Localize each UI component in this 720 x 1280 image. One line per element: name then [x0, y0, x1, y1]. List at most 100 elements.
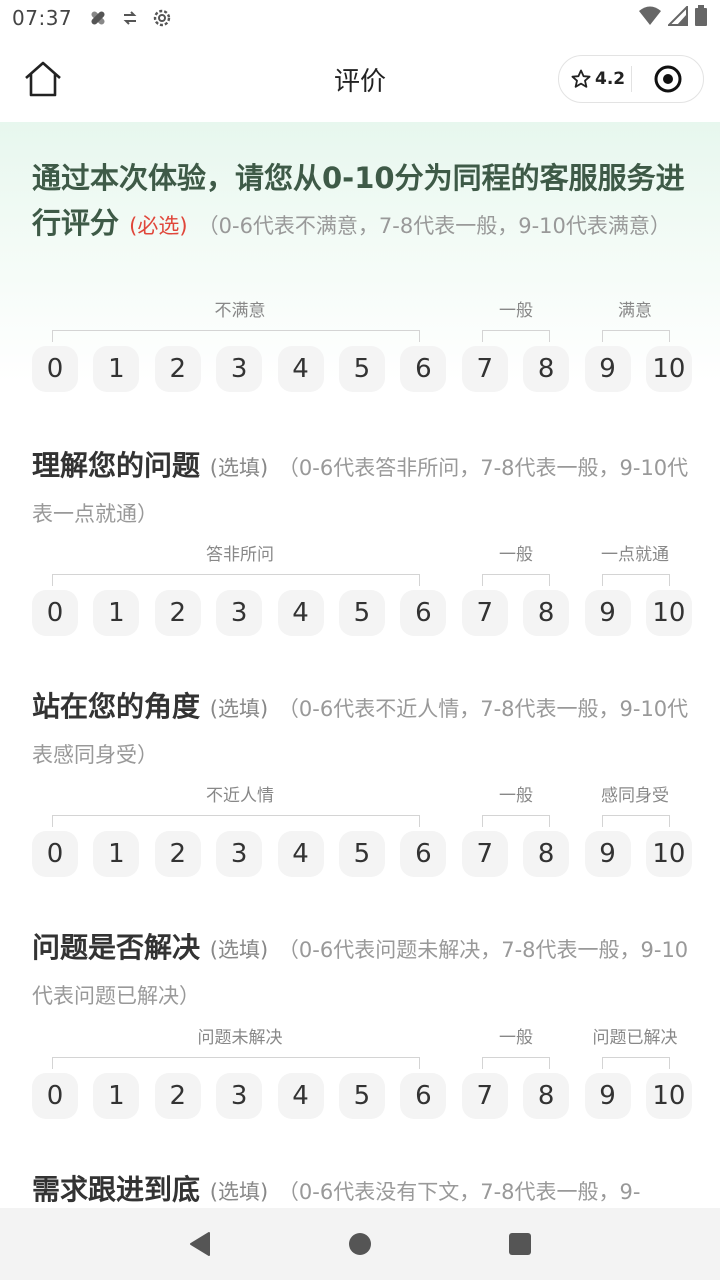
score-button-0[interactable]: 0	[32, 1073, 78, 1119]
score-button-1[interactable]: 1	[93, 831, 140, 877]
bracket-high	[602, 574, 670, 586]
score-button-6[interactable]: 6	[400, 346, 447, 392]
scale-label-high: 满意	[618, 301, 652, 321]
score-button-7[interactable]: 7	[461, 831, 508, 877]
score-button-4[interactable]: 4	[277, 1073, 324, 1119]
score-button-0[interactable]: 0	[32, 590, 78, 636]
bracket-mid	[482, 815, 550, 827]
scale-label-high: 感同身受	[601, 786, 669, 806]
score-button-7[interactable]: 7	[461, 1073, 508, 1119]
question-hint: （0-6代表不满意，7-8代表一般，9-10代表满意）	[197, 214, 671, 238]
score-button-10[interactable]: 10	[645, 346, 692, 392]
required-tag: (必选)	[129, 214, 188, 238]
scale-labels: 不满意 一般 满意	[32, 296, 692, 352]
scale-label-low: 不近人情	[206, 786, 274, 806]
score-button-8[interactable]: 8	[523, 346, 570, 392]
scale-label-low: 答非所问	[206, 545, 274, 565]
signal-icon	[666, 4, 688, 31]
question-overall: 通过本次体验，请您从0-10分为同程的客服服务进行评分 (必选) （0-6代表不…	[32, 156, 692, 392]
score-button-8[interactable]: 8	[523, 1073, 570, 1119]
score-button-3[interactable]: 3	[216, 831, 263, 877]
score-button-2[interactable]: 2	[154, 590, 201, 636]
bracket-high	[602, 330, 670, 342]
back-button[interactable]	[180, 1224, 220, 1264]
scale-label-low: 问题未解决	[197, 1028, 283, 1048]
question-title: 理解您的问题	[32, 449, 201, 482]
score-button-3[interactable]: 3	[216, 346, 263, 392]
optional-tag: (选填)	[209, 456, 269, 480]
score-row: 0 1 2 3 4 5 6 7 8 9 10	[32, 831, 692, 877]
page-title: 评价	[333, 66, 386, 97]
bracket-mid	[482, 330, 550, 342]
score-button-2[interactable]: 2	[154, 346, 201, 392]
score-button-2[interactable]: 2	[154, 1073, 201, 1119]
scale-label-mid: 一般	[499, 545, 533, 565]
gear-icon	[150, 6, 174, 30]
question-understanding: 理解您的问题 (选填) （0-6代表答非所问，7-8代表一般，9-10代表一点就…	[32, 444, 692, 636]
score-button-9[interactable]: 9	[584, 346, 631, 392]
scale-label-mid: 一般	[499, 786, 533, 806]
rating-form: 通过本次体验，请您从0-10分为同程的客服服务进行评分 (必选) （0-6代表不…	[0, 122, 720, 1208]
system-navigation-bar	[0, 1208, 720, 1280]
question-follow-up: 需求跟进到底 (选填) （0-6代表没有下文，7-8代表一般，9-	[32, 1168, 692, 1208]
score-button-0[interactable]: 0	[32, 346, 78, 392]
bracket-high	[602, 815, 670, 827]
score-button-10[interactable]: 10	[645, 1073, 692, 1119]
score-button-9[interactable]: 9	[584, 590, 631, 636]
rating-value: 4.2	[595, 69, 626, 89]
score-button-8[interactable]: 8	[523, 590, 570, 636]
score-button-0[interactable]: 0	[32, 831, 78, 877]
home-icon	[25, 61, 61, 97]
score-button-3[interactable]: 3	[216, 1073, 263, 1119]
scale-label-mid: 一般	[499, 301, 533, 321]
score-button-7[interactable]: 7	[461, 346, 508, 392]
score-button-6[interactable]: 6	[400, 831, 447, 877]
back-triangle-icon	[190, 1232, 210, 1256]
score-button-5[interactable]: 5	[338, 590, 385, 636]
rating-button[interactable]: 4.2	[559, 69, 631, 89]
scale-label-high: 一点就通	[601, 545, 669, 565]
question-hint: （0-6代表没有下文，7-8代表一般，9-	[277, 1180, 641, 1204]
home-button[interactable]	[22, 58, 64, 100]
question-resolved: 问题是否解决 (选填) （0-6代表问题未解决，7-8代表一般，9-10代表问题…	[32, 926, 692, 1119]
score-button-1[interactable]: 1	[93, 346, 140, 392]
question-title: 站在您的角度	[32, 690, 201, 723]
score-button-5[interactable]: 5	[338, 831, 385, 877]
close-mini-program-button[interactable]	[632, 64, 703, 94]
score-button-4[interactable]: 4	[277, 831, 324, 877]
score-button-7[interactable]: 7	[461, 590, 508, 636]
score-button-6[interactable]: 6	[400, 1073, 447, 1119]
scale-label-mid: 一般	[499, 1028, 533, 1048]
question-title: 问题是否解决	[32, 931, 201, 964]
score-row: 0 1 2 3 4 5 6 7 8 9 10	[32, 1073, 692, 1119]
score-button-3[interactable]: 3	[216, 590, 263, 636]
mini-program-capsule: 4.2	[558, 55, 704, 103]
score-button-8[interactable]: 8	[523, 831, 570, 877]
question-title: 需求跟进到底	[32, 1173, 201, 1206]
score-button-1[interactable]: 1	[93, 590, 140, 636]
score-button-1[interactable]: 1	[93, 1073, 140, 1119]
scale-label-high: 问题已解决	[592, 1028, 678, 1048]
score-button-5[interactable]: 5	[338, 346, 385, 392]
score-button-2[interactable]: 2	[154, 831, 201, 877]
score-button-5[interactable]: 5	[338, 1073, 385, 1119]
question-empathy: 站在您的角度 (选填) （0-6代表不近人情，7-8代表一般，9-10代表感同身…	[32, 685, 692, 877]
optional-tag: (选填)	[209, 938, 269, 962]
recents-square-icon	[509, 1233, 531, 1255]
score-button-9[interactable]: 9	[584, 831, 631, 877]
score-button-10[interactable]: 10	[645, 831, 692, 877]
home-circle-icon	[349, 1233, 371, 1255]
score-button-4[interactable]: 4	[277, 346, 324, 392]
status-time: 07:37	[12, 6, 73, 30]
scale-labels: 答非所问 一般 一点就通	[32, 540, 692, 596]
bracket-low	[52, 815, 420, 827]
home-system-button[interactable]	[340, 1224, 380, 1264]
score-button-4[interactable]: 4	[277, 590, 324, 636]
score-button-9[interactable]: 9	[584, 1073, 631, 1119]
target-icon	[654, 65, 681, 93]
recents-button[interactable]	[500, 1224, 540, 1264]
optional-tag: (选填)	[209, 697, 269, 721]
bracket-low	[52, 1057, 420, 1069]
score-button-10[interactable]: 10	[645, 590, 692, 636]
score-button-6[interactable]: 6	[400, 590, 447, 636]
